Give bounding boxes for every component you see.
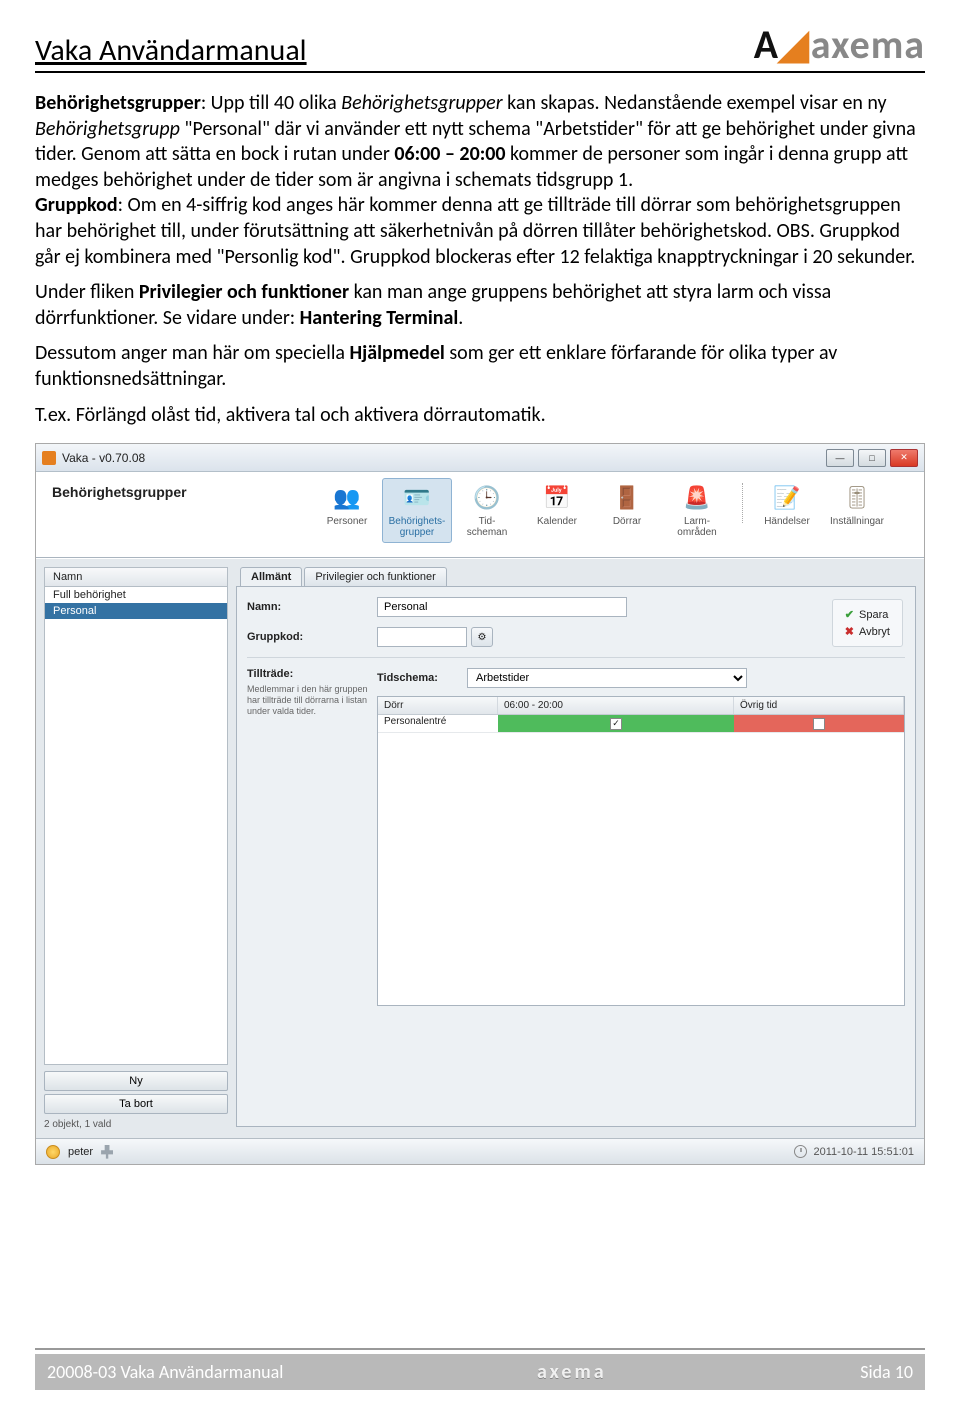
app-toolbar: Behörighetsgrupper 👥Personer 🪪Behörighet…	[36, 472, 924, 558]
groupcode-action-button[interactable]: ⚙	[471, 627, 493, 647]
x-icon: ✖	[845, 625, 854, 638]
nav-kalender[interactable]: 📅Kalender	[522, 478, 592, 543]
grid-cell-door: Personalentré	[378, 715, 498, 732]
form-panel: ✔Spara ✖Avbryt Namn: Gruppkod: ⚙	[236, 586, 916, 1127]
nav-installningar[interactable]: 🎚Inställningar	[822, 478, 892, 543]
settings-icon: 🎚	[840, 483, 874, 513]
window-titlebar: Vaka - v0.70.08 — □ ✕	[36, 444, 924, 472]
delete-button[interactable]: Ta bort	[44, 1094, 228, 1114]
group-list[interactable]: Full behörighet Personal	[44, 587, 228, 1065]
list-header: Namn	[44, 567, 228, 587]
events-icon: 📝	[770, 483, 804, 513]
grid-head-door: Dörr	[378, 697, 498, 714]
nav-tidscheman[interactable]: 🕒Tid- scheman	[452, 478, 522, 543]
clock-small-icon	[794, 1145, 807, 1158]
checkbox[interactable]	[813, 718, 825, 730]
app-window: Vaka - v0.70.08 — □ ✕ Behörighetsgrupper…	[35, 443, 925, 1165]
nav-behorighetsgrupper[interactable]: 🪪Behörighets- grupper	[382, 478, 452, 543]
tab-allmant[interactable]: Allmänt	[240, 567, 302, 586]
access-grid: Dörr 06:00 - 20:00 Övrig tid Personalent…	[377, 696, 905, 1006]
close-button[interactable]: ✕	[890, 449, 918, 467]
status-time: 2011-10-11 15:51:01	[813, 1146, 914, 1158]
list-item[interactable]: Personal	[45, 603, 227, 619]
footer-right: Sida 10	[860, 1361, 913, 1383]
clock-icon: 🕒	[470, 483, 504, 513]
alarm-icon: 🚨	[680, 483, 714, 513]
user-icon	[46, 1145, 60, 1159]
label-tilltrade: Tillträde:	[247, 668, 377, 680]
status-user: peter	[68, 1146, 93, 1158]
statusbar: peter 2011-10-11 15:51:01	[36, 1138, 924, 1164]
cancel-link[interactable]: ✖Avbryt	[845, 623, 890, 640]
grid-cell-other[interactable]	[734, 715, 904, 732]
nav-dorrar[interactable]: 🚪Dörrar	[592, 478, 662, 543]
nav-handelser[interactable]: 📝Händelser	[752, 478, 822, 543]
idcard-icon: 🪪	[400, 483, 434, 513]
grid-row: Personalentré ✓	[378, 715, 904, 733]
checkbox[interactable]: ✓	[610, 718, 622, 730]
nav-personer[interactable]: 👥Personer	[312, 478, 382, 543]
calendar-icon: 📅	[540, 483, 574, 513]
body-copy: Behörighetsgrupper: Upp till 40 olika Be…	[35, 91, 925, 428]
list-status: 2 objekt, 1 vald	[44, 1119, 228, 1130]
tilltrade-desc: Medlemmar i den här gruppen har tillträd…	[247, 684, 377, 716]
minimize-button[interactable]: —	[826, 449, 854, 467]
grid-head-other: Övrig tid	[734, 697, 904, 714]
grid-cell-slot1[interactable]: ✓	[498, 715, 734, 732]
section-title: Behörighetsgrupper	[52, 484, 312, 500]
logo-mark-icon: A◢	[754, 20, 809, 69]
window-title: Vaka - v0.70.08	[62, 451, 145, 465]
door-icon: 🚪	[610, 483, 644, 513]
maximize-button[interactable]: □	[858, 449, 886, 467]
nav-larmomraden[interactable]: 🚨Larm- områden	[662, 478, 732, 543]
plug-icon	[101, 1145, 113, 1159]
name-input[interactable]	[377, 597, 627, 617]
page-header: Vaka Användarmanual A◢ axema	[35, 20, 925, 73]
sidebar: Namn Full behörighet Personal Ny Ta bort…	[36, 559, 236, 1138]
grid-head-timeslot: 06:00 - 20:00	[498, 697, 734, 714]
page-footer: 20008-03 Vaka Användarmanual axema Sida …	[35, 1348, 925, 1390]
save-link[interactable]: ✔Spara	[845, 606, 890, 623]
toolbar-separator	[732, 478, 752, 543]
check-icon: ✔	[845, 608, 854, 621]
label-namn: Namn:	[247, 601, 377, 613]
app-icon	[42, 451, 56, 465]
new-button[interactable]: Ny	[44, 1071, 228, 1091]
key-icon: ⚙	[478, 632, 487, 643]
footer-logo: axema	[537, 1360, 607, 1384]
action-box: ✔Spara ✖Avbryt	[832, 599, 903, 647]
brand-logo: A◢ axema	[754, 20, 925, 69]
people-icon: 👥	[330, 483, 364, 513]
separator	[247, 657, 905, 658]
tab-privilegier[interactable]: Privilegier och funktioner	[304, 567, 446, 586]
footer-left: 20008-03 Vaka Användarmanual	[47, 1361, 283, 1383]
list-item[interactable]: Full behörighet	[45, 587, 227, 603]
timeschedule-select[interactable]: Arbetstider	[467, 668, 747, 688]
page-title: Vaka Användarmanual	[35, 32, 307, 69]
logo-text: axema	[811, 20, 925, 69]
groupcode-input[interactable]	[377, 627, 467, 647]
label-tidschema: Tidschema:	[377, 672, 467, 684]
label-gruppkod: Gruppkod:	[247, 631, 377, 643]
